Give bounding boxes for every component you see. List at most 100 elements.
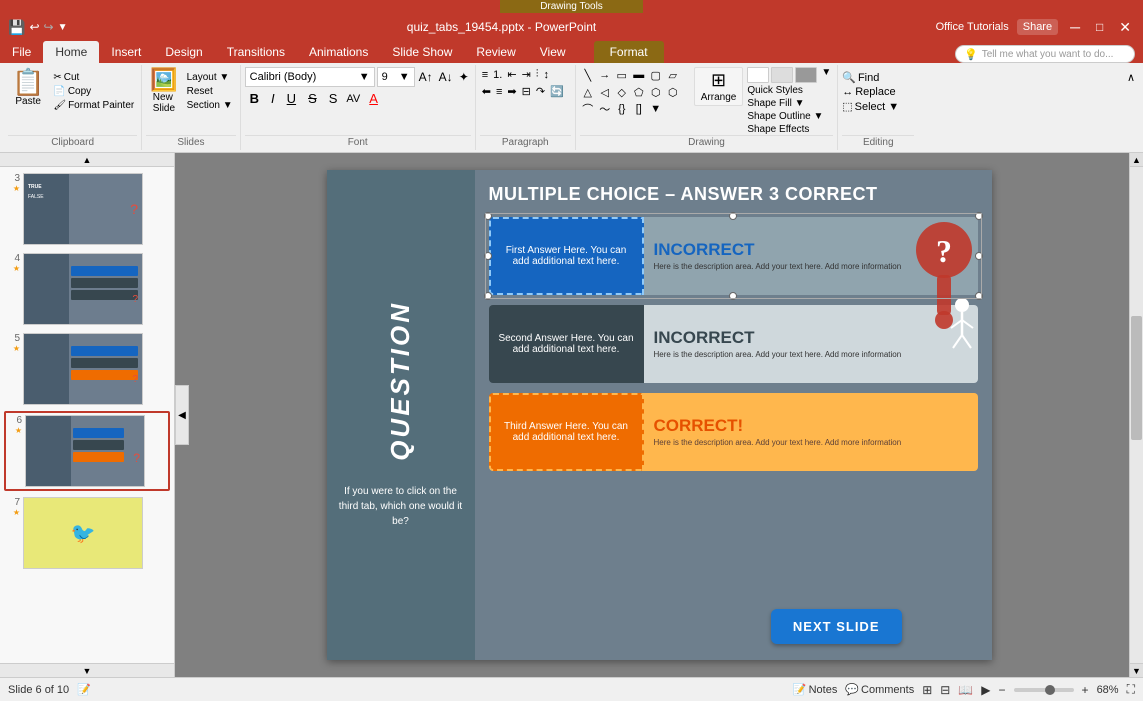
shape-arrow-btn[interactable]: → — [597, 67, 613, 83]
answer-3-left[interactable]: Third Answer Here. You can add additiona… — [489, 393, 644, 471]
tab-design[interactable]: Design — [153, 41, 214, 63]
quick-styles-btn[interactable]: Quick Styles — [747, 85, 833, 96]
undo-icon[interactable]: ↩ — [29, 20, 39, 34]
answer-1-left[interactable]: First Answer Here. You can add additiona… — [489, 217, 644, 295]
slide-thumb-5[interactable]: 5 ★ ? — [4, 331, 170, 407]
collapse-ribbon-btn[interactable]: ∧ — [1123, 69, 1139, 86]
justify-btn[interactable]: ⊟ — [520, 84, 533, 99]
tab-slideshow[interactable]: Slide Show — [380, 41, 464, 63]
paste-btn[interactable]: 📋 Paste — [8, 67, 48, 109]
close-btn[interactable]: ✕ — [1115, 19, 1135, 36]
shape-pent-btn[interactable]: ⬠ — [631, 84, 647, 100]
comments-btn[interactable]: 💬 Comments — [845, 683, 914, 696]
zoom-slider[interactable] — [1014, 688, 1074, 692]
arrange-btn[interactable]: ⊞ Arrange — [694, 67, 744, 106]
tab-view[interactable]: View — [528, 41, 578, 63]
copy-btn[interactable]: 📄 Copy — [50, 85, 137, 98]
shape-effects-btn[interactable]: Shape Effects — [747, 124, 833, 135]
strikethrough-btn[interactable]: S — [303, 89, 322, 108]
view-reading-btn[interactable]: 📖 — [958, 683, 973, 697]
shape-hex-btn[interactable]: ⬡ — [648, 84, 664, 100]
shape-parallelogram-btn[interactable]: ▱ — [665, 67, 681, 83]
zoom-in-btn[interactable]: + — [1082, 683, 1089, 697]
font-color-btn[interactable]: A — [364, 89, 383, 108]
columns-btn[interactable]: ⫶ — [534, 67, 541, 82]
numbering-btn[interactable]: 1. — [491, 68, 504, 82]
text-shadow-btn[interactable]: S — [324, 89, 343, 108]
section-btn[interactable]: Section ▼ — [184, 99, 236, 112]
tab-file[interactable]: File — [0, 41, 43, 63]
indent-decrease-btn[interactable]: ⇤ — [505, 67, 518, 82]
text-direction-btn[interactable]: ↷ — [534, 84, 547, 99]
view-slide-sorter-btn[interactable]: ⊟ — [940, 683, 950, 697]
tab-format[interactable]: Format — [594, 41, 664, 63]
indent-increase-btn[interactable]: ⇥ — [520, 67, 533, 82]
replace-btn[interactable]: ↔ Replace — [842, 86, 914, 98]
answer-row-1[interactable]: First Answer Here. You can add additiona… — [489, 217, 978, 295]
shape-line-btn[interactable]: ╲ — [580, 67, 596, 83]
shape-diamond-btn[interactable]: ◇ — [614, 84, 630, 100]
shape-brace-btn[interactable]: {} — [614, 101, 630, 117]
tab-home[interactable]: Home — [43, 41, 99, 63]
underline-btn[interactable]: U — [282, 89, 301, 108]
maximize-btn[interactable]: □ — [1092, 20, 1107, 34]
layout-btn[interactable]: Layout ▼ — [184, 71, 236, 84]
align-right-btn[interactable]: ➡ — [505, 84, 518, 99]
answer-2-left[interactable]: Second Answer Here. You can add addition… — [489, 305, 644, 383]
style-swatch-3[interactable] — [795, 67, 817, 83]
align-left-btn[interactable]: ⬅ — [480, 84, 493, 99]
shape-fill-btn[interactable]: Shape Fill ▼ — [747, 98, 833, 109]
shape-rtri-btn[interactable]: ◁ — [597, 84, 613, 100]
redo-icon[interactable]: ↪ — [44, 20, 54, 34]
vscroll-up-btn[interactable]: ▲ — [1130, 153, 1143, 167]
next-slide-btn[interactable]: NEXT SLIDE — [771, 609, 902, 644]
customize-icon[interactable]: ▼ — [58, 22, 68, 33]
answer-3-right[interactable]: CORRECT! Here is the description area. A… — [644, 393, 978, 471]
style-swatch-1[interactable] — [747, 67, 769, 83]
slide-hscroll-left[interactable]: ◀ — [175, 385, 189, 445]
new-slide-btn[interactable]: 🖼️ NewSlide — [146, 67, 181, 116]
reset-btn[interactable]: Reset — [184, 85, 236, 98]
shape-more-btn[interactable]: ▼ — [648, 101, 664, 117]
shape-oct-btn[interactable]: ⬡ — [665, 84, 681, 100]
font-name-selector[interactable]: Calibri (Body) ▼ — [245, 67, 375, 87]
slide-panel-scroll-down[interactable]: ▼ — [0, 663, 174, 677]
select-btn[interactable]: ⬚ Select ▼ — [842, 100, 914, 113]
italic-btn[interactable]: I — [266, 89, 280, 108]
bold-btn[interactable]: B — [245, 89, 264, 108]
shape-rounded-btn[interactable]: ▢ — [648, 67, 664, 83]
clear-format-btn[interactable]: ✦ — [457, 70, 471, 84]
font-size-selector[interactable]: 9▼ — [377, 67, 415, 87]
shape-rect-btn[interactable]: ▭ — [614, 67, 630, 83]
slide-thumb-3[interactable]: 3 ★ TRUE FALSE ? — [4, 171, 170, 247]
window-controls[interactable]: Office Tutorials Share ─ □ ✕ — [936, 19, 1135, 36]
find-btn[interactable]: 🔍 Find — [842, 71, 914, 84]
answer-row-2[interactable]: Second Answer Here. You can add addition… — [489, 305, 978, 383]
shape-arc-btn[interactable]: ⌒ — [580, 101, 596, 117]
minimize-btn[interactable]: ─ — [1066, 19, 1084, 35]
tab-review[interactable]: Review — [464, 41, 527, 63]
shape-rect2-btn[interactable]: ▬ — [631, 67, 647, 83]
slide-thumb-6[interactable]: 6 ★ ? — [4, 411, 170, 491]
bullets-btn[interactable]: ≡ — [480, 68, 490, 82]
zoom-out-btn[interactable]: − — [999, 683, 1006, 697]
cut-btn[interactable]: ✂ Cut — [50, 71, 137, 84]
quick-styles-expand-btn[interactable]: ▼ — [819, 67, 833, 83]
vscroll-down-btn[interactable]: ▼ — [1130, 663, 1143, 677]
view-slideshow-btn[interactable]: ▶ — [981, 683, 990, 697]
slide-panel-scroll-up[interactable]: ▲ — [0, 153, 174, 167]
tab-transitions[interactable]: Transitions — [215, 41, 297, 63]
save-icon[interactable]: 💾 — [8, 19, 25, 36]
share-btn[interactable]: Share — [1017, 19, 1058, 35]
tell-me-box[interactable]: 💡 Tell me what you want to do... — [955, 45, 1135, 63]
shape-tri-btn[interactable]: △ — [580, 84, 596, 100]
tab-animations[interactable]: Animations — [297, 41, 380, 63]
office-tutorials-btn[interactable]: Office Tutorials — [936, 21, 1009, 33]
slide-thumb-7[interactable]: 7 ★ 🐦 — [4, 495, 170, 571]
increase-font-btn[interactable]: A↑ — [417, 70, 435, 84]
smartart-convert-btn[interactable]: 🔄 — [548, 84, 566, 99]
shape-bracket-btn[interactable]: [] — [631, 101, 647, 117]
slide-thumb-4[interactable]: 4 ★ ? — [4, 251, 170, 327]
fit-window-btn[interactable]: ⛶ — [1127, 682, 1135, 697]
slide-vscroll[interactable]: ▲ ▼ — [1129, 153, 1143, 677]
